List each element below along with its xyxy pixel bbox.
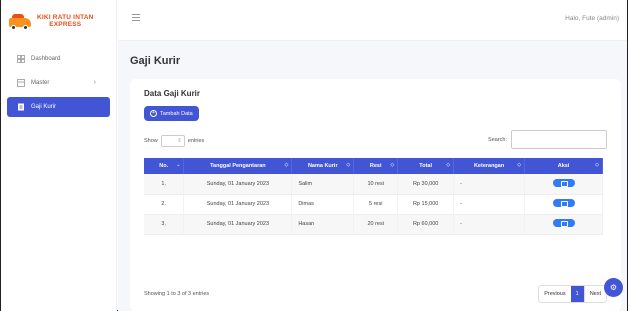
entries-select[interactable]: ⇕ (160, 135, 185, 147)
column-header-keterangan[interactable]: Keterangan ◇ (453, 158, 526, 174)
document-icon (18, 103, 24, 111)
cell-total: Rp 60,000 (397, 214, 455, 235)
sidebar-item-gaji-kurir[interactable]: Gaji Kurir (7, 97, 110, 117)
previous-page-button[interactable]: Previous (539, 286, 570, 302)
sidebar: KIKI RATU INTAN EXPRESS Dashboard Master… (1, 0, 117, 311)
page-1-button[interactable]: 1 (570, 286, 584, 302)
topbar: Halo, Fute (admin) (118, 0, 627, 41)
brand-line-1: KIKI RATU INTAN (37, 13, 94, 21)
cell-nama: Hasan (291, 214, 355, 235)
table-row: 2. Sunday, 01 January 2023 Dimas 5 resi … (144, 194, 603, 215)
sidebar-item-label: Dashboard (31, 56, 61, 62)
column-header-resi[interactable]: Resi ◇ (353, 158, 399, 174)
column-header-no[interactable]: No. ⌄ (144, 158, 185, 174)
sidebar-item-label: Gaji Kurir (31, 104, 57, 110)
cell-total: Rp 15,000 (397, 194, 455, 215)
plus-circle-icon: + (150, 110, 157, 117)
cell-aksi (524, 214, 603, 235)
grid-icon (17, 55, 25, 63)
sidebar-item-master[interactable]: Master › (7, 73, 110, 93)
cell-tanggal: Sunday, 01 January 2023 (183, 214, 293, 235)
search-input[interactable] (511, 130, 607, 149)
brand[interactable]: KIKI RATU INTAN EXPRESS (1, 0, 116, 41)
sidebar-item-label: Master (31, 80, 50, 86)
hamburger-menu-icon[interactable] (132, 14, 140, 22)
sort-icon: ◇ (390, 162, 395, 168)
search-control: Search: (488, 130, 607, 149)
chevron-right-icon: › (93, 79, 96, 86)
brand-name: KIKI RATU INTAN EXPRESS (37, 14, 94, 28)
cell-keterangan: - (453, 214, 526, 235)
cell-resi: 10 resi (353, 174, 399, 195)
cell-no: 1. (144, 174, 185, 195)
cell-aksi (524, 194, 603, 215)
cell-keterangan: - (453, 194, 526, 215)
sidebar-nav: Dashboard Master › Gaji Kurir (1, 49, 116, 117)
column-header-nama[interactable]: Nama Kurir ◇ (291, 158, 355, 174)
cell-aksi (524, 174, 603, 195)
cell-keterangan: - (453, 174, 526, 195)
edit-button[interactable] (552, 219, 575, 227)
page-title: Gaji Kurir (130, 55, 181, 67)
cell-nama: Salim (291, 174, 355, 195)
table-info: Showing 1 to 3 of 3 entries (144, 291, 210, 297)
show-label: Show (144, 138, 158, 144)
cell-no: 2. (144, 194, 185, 215)
edit-button[interactable] (552, 199, 575, 207)
column-header-aksi[interactable]: Aksi ◇ (524, 158, 603, 174)
brand-line-2: EXPRESS (49, 20, 82, 28)
cell-total: Rp 30,000 (397, 174, 455, 195)
main-content: Gaji Kurir Data Gaji Kurir + Tambah Data… (118, 41, 627, 311)
cell-tanggal: Sunday, 01 January 2023 (183, 174, 293, 195)
sort-icon: ⌄ (176, 162, 181, 168)
next-page-button[interactable]: Next (583, 286, 606, 302)
table-row: 3. Sunday, 01 January 2023 Hasan 20 resi… (144, 214, 603, 235)
table-row: 1. Sunday, 01 January 2023 Salim 10 resi… (144, 174, 603, 195)
data-card: Data Gaji Kurir + Tambah Data Show ⇕ ent… (130, 79, 621, 311)
column-header-total[interactable]: Total ◇ (397, 158, 455, 174)
entries-length-control: Show ⇕ entries (144, 135, 204, 147)
column-header-tanggal[interactable]: Tanggal Pengantaran ◇ (183, 158, 293, 174)
sidebar-item-dashboard[interactable]: Dashboard (7, 49, 110, 69)
sort-icon: ◇ (346, 162, 351, 168)
salary-table: No. ⌄ Tanggal Pengantaran ◇ Nama Kurir ◇ Re… (144, 158, 603, 235)
sort-icon: ◇ (284, 162, 289, 168)
settings-gear-icon[interactable]: ⚙ (604, 278, 623, 297)
search-label: Search: (488, 136, 507, 143)
truck-logo-icon (9, 13, 33, 30)
chevron-updown-icon: ⇕ (177, 138, 182, 144)
cell-resi: 5 resi (353, 194, 399, 215)
add-data-button[interactable]: + Tambah Data (144, 106, 199, 121)
cell-tanggal: Sunday, 01 January 2023 (183, 194, 293, 215)
card-title: Data Gaji Kurir (144, 89, 201, 98)
cell-nama: Dimas (291, 194, 355, 215)
add-data-label: Tambah Data (160, 110, 193, 117)
table-header-row: No. ⌄ Tanggal Pengantaran ◇ Nama Kurir ◇ Re… (144, 158, 603, 174)
table-icon (17, 79, 25, 87)
edit-button[interactable] (552, 178, 575, 187)
sort-icon: ◇ (446, 162, 451, 168)
cell-resi: 20 resi (353, 214, 399, 235)
entries-label: entries (187, 138, 205, 144)
cell-no: 3. (144, 214, 185, 235)
sort-icon: ◇ (595, 162, 599, 168)
pagination: Previous 1 Next (538, 285, 607, 303)
sort-icon: ◇ (517, 162, 522, 168)
user-greeting[interactable]: Halo, Fute (admin) (565, 15, 619, 22)
